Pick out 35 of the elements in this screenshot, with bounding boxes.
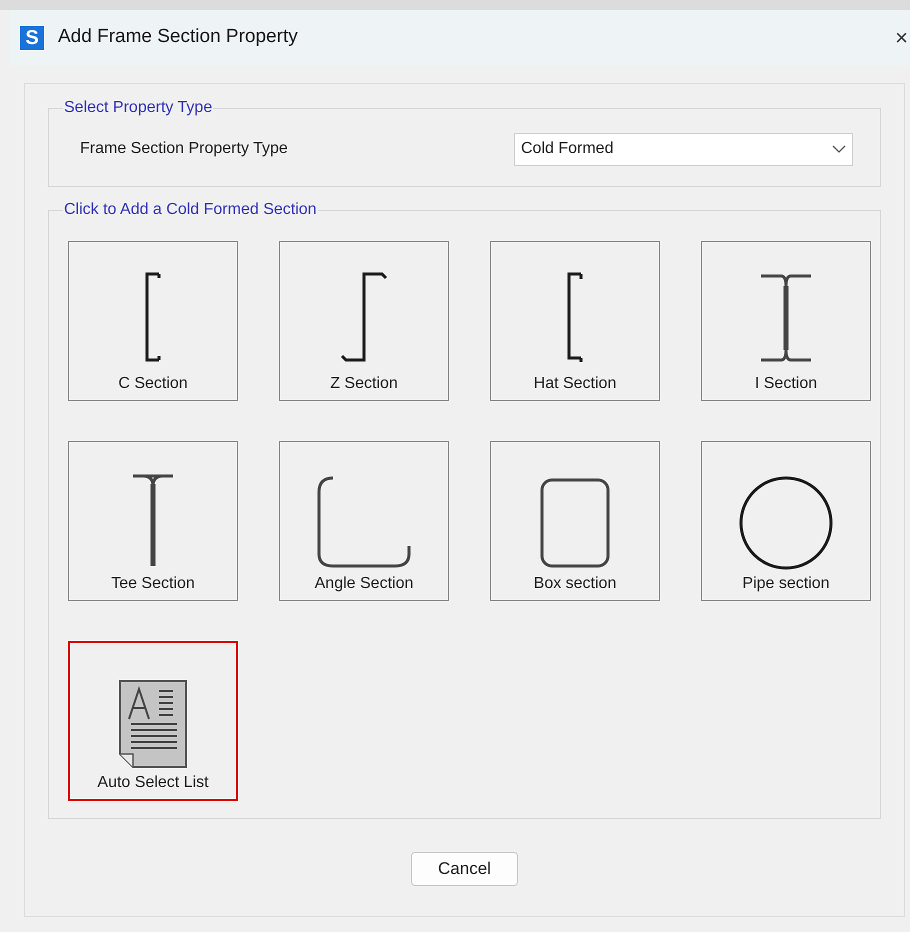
section-label: Tee Section [110,574,196,594]
chevron-down-icon [832,145,846,153]
bracket-icon [567,272,583,364]
section-button[interactable]: Tee Section [68,441,238,601]
section-label: I Section [754,374,818,394]
section-label: Z Section [329,374,399,394]
section-button[interactable]: Angle Section [279,441,449,601]
section-button[interactable]: Auto Select List [68,641,238,801]
section-button[interactable]: Pipe section [701,441,871,601]
i-beam-icon [760,274,812,362]
window-title: Add Frame Section Property [58,25,298,50]
field-label: Frame Section Property Type [80,139,288,159]
z-shape-icon [340,272,388,362]
app-icon: S [20,26,44,50]
section-label: C Section [117,374,189,394]
section-button[interactable]: C Section [68,241,238,401]
document-icon [117,679,189,769]
section-label: Auto Select List [96,773,210,793]
section-button[interactable]: Hat Section [490,241,660,401]
cancel-button[interactable]: Cancel [411,852,518,886]
section-label: Pipe section [741,574,831,594]
rounded-box-icon [540,478,610,568]
circle-icon [739,476,833,570]
section-label: Box section [532,574,618,594]
tee-icon [132,474,174,566]
section-button[interactable]: Box section [490,441,660,601]
close-button[interactable]: × [895,21,910,54]
section-label: Hat Section [532,374,618,394]
group-legend: Select Property Type [63,99,214,117]
bracket-icon [145,272,161,362]
property-type-dropdown[interactable]: Cold Formed [514,132,853,166]
angle-icon [317,476,411,568]
section-label: Angle Section [314,574,414,594]
section-button[interactable]: I Section [701,241,871,401]
section-button[interactable]: Z Section [279,241,449,401]
